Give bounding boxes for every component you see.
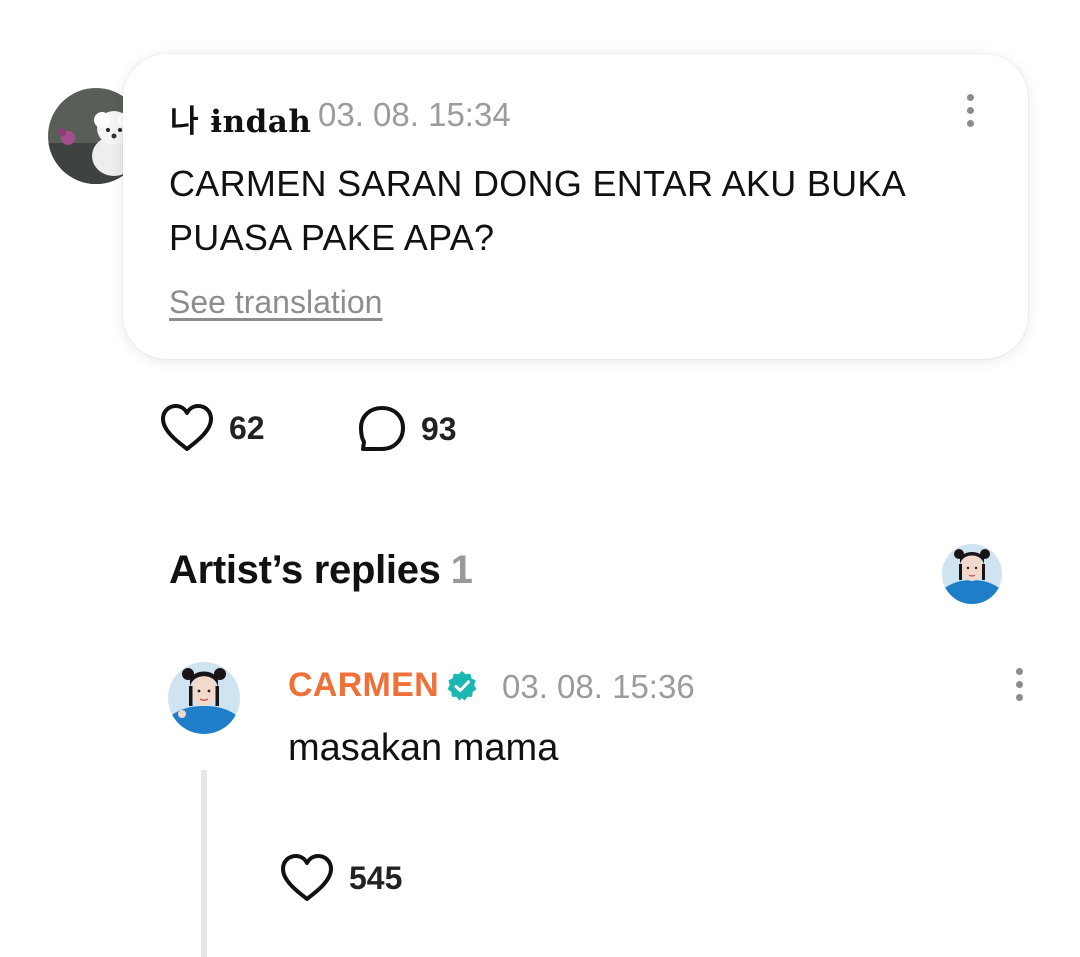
reply-more-icon[interactable] (1015, 668, 1023, 708)
artist-replies-title: Artist’s replies (169, 548, 441, 592)
reply-timestamp: 03. 08. 15:36 (502, 668, 695, 705)
see-translation-link[interactable]: See translation (169, 284, 382, 321)
artist-replies-heading: Artist’s replies 1 (169, 548, 473, 593)
post-comment-button[interactable]: 93 (357, 405, 457, 453)
post-card[interactable]: 나 ɨndah 03. 08. 15:34 CARMEN SARAN DONG … (123, 54, 1028, 359)
speech-bubble-icon (359, 406, 405, 451)
post-like-button[interactable]: 62 (159, 403, 265, 453)
verified-badge-icon (447, 670, 477, 701)
reply-text: masakan mama (288, 727, 559, 769)
reply-like-button[interactable]: 545 (279, 853, 402, 903)
artist-avatar[interactable] (942, 544, 1002, 604)
reply-author-name[interactable]: CARMEN (288, 666, 439, 705)
heart-outline-icon (161, 404, 213, 451)
heart-outline-icon (281, 854, 333, 901)
post-comment-count: 93 (421, 410, 457, 447)
reply-like-count: 545 (349, 859, 403, 896)
post-more-icon[interactable] (966, 94, 974, 134)
post-timestamp: 03. 08. 15:34 (318, 96, 511, 133)
post-like-count: 62 (229, 409, 265, 446)
reply-author[interactable]: CARMEN (288, 666, 479, 705)
artist-replies-count: 1 (450, 548, 473, 592)
reply-author-avatar[interactable] (168, 662, 240, 734)
post-text: CARMEN SARAN DONG ENTAR AKU BUKA PUASA P… (169, 163, 905, 258)
thread-connector-line (201, 770, 207, 957)
post-author-name[interactable]: 나 ɨndah (170, 96, 311, 141)
